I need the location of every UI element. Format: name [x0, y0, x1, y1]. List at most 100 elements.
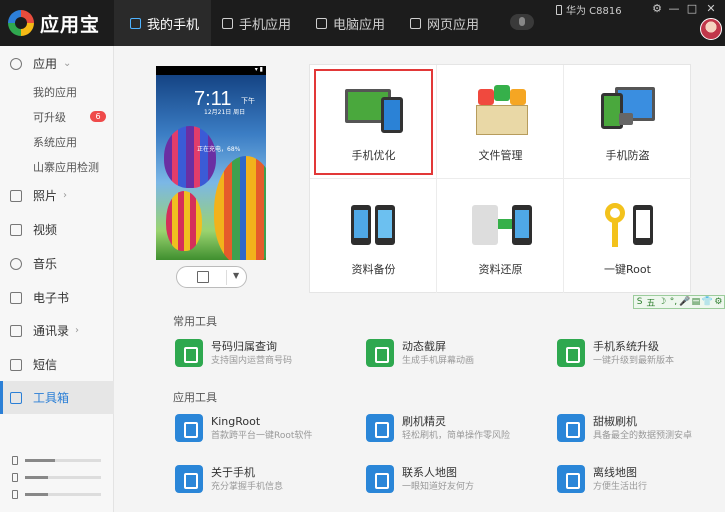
lock-icon: [619, 113, 633, 125]
app-logo: 应用宝: [8, 8, 100, 38]
tool-desc: 一眼知道好友何方: [402, 482, 475, 492]
app-card-icon: [510, 89, 526, 105]
backup-icon: [343, 197, 405, 251]
tab-pc-apps[interactable]: 电脑应用: [316, 0, 406, 46]
sidebar-item-toolbox[interactable]: 工具箱: [0, 381, 114, 414]
avatar[interactable]: [700, 18, 722, 40]
tab-phone-apps[interactable]: 手机应用: [222, 0, 312, 46]
restore-icon: [470, 197, 532, 251]
settings-icon[interactable]: ⚙: [650, 2, 664, 15]
sidebar-item-contacts[interactable]: 通讯录 ›: [0, 314, 114, 347]
tile-file-manager[interactable]: 文件管理: [437, 65, 564, 179]
maximize-button[interactable]: □: [685, 2, 699, 15]
music-icon: [10, 257, 22, 270]
photo-icon: [10, 189, 22, 202]
close-button[interactable]: ✕: [704, 2, 718, 15]
sidebar-item-apps[interactable]: 应用 ⌄: [0, 47, 114, 80]
apps-icon: [10, 57, 22, 70]
tool-name: 关于手机: [211, 466, 255, 479]
sidebar-sub-system-apps[interactable]: 系统应用: [33, 134, 77, 150]
sidebar-item-label: 音乐: [33, 257, 58, 271]
tool-system-upgrade[interactable]: 手机系统升级 一键升级到最新版本: [557, 339, 674, 373]
storage-extra: [12, 490, 101, 499]
skin-icon[interactable]: 👕: [702, 297, 713, 307]
storage-phone: [12, 456, 101, 465]
microphone-icon[interactable]: 🎤: [679, 297, 690, 307]
tile-phone-optimize[interactable]: 手机优化: [310, 65, 437, 179]
tool-contact-map[interactable]: 联系人地图一眼知道好友何方: [366, 465, 474, 499]
root-icon: [597, 197, 659, 251]
storage-fill: [25, 459, 56, 462]
balloon-image: [164, 126, 216, 188]
tool-name: 联系人地图: [402, 466, 457, 479]
flash-tool-icon: [366, 414, 394, 442]
toolbox-icon: [10, 391, 22, 404]
tool-about-phone[interactable]: 关于手机 充分掌握手机信息: [175, 465, 283, 499]
sidebar-sub-my-apps[interactable]: 我的应用: [33, 84, 77, 100]
upgrade-icon: [557, 339, 585, 367]
anti-theft-icon: [597, 83, 659, 137]
document-icon: [472, 205, 498, 245]
tool-name: KingRoot: [211, 415, 261, 428]
tile-restore[interactable]: 资料还原: [437, 179, 564, 293]
title-bar: 应用宝 我的手机 手机应用 电脑应用 网页应用 华为 C8816 ⚙ — □ ✕: [0, 0, 725, 46]
tool-name: 刷机精灵: [402, 415, 446, 428]
app-card-icon: [478, 89, 494, 105]
screenshot-control: ▼: [176, 266, 247, 288]
input-method-toolbar[interactable]: S 五 ☽ °, 🎤 ▤ 👕 ⚙: [633, 295, 725, 309]
keyboard-icon[interactable]: ▤: [690, 297, 701, 307]
phone-icon: [375, 205, 395, 245]
sd-card-icon: [12, 473, 18, 482]
storage-icon: [12, 490, 18, 499]
sidebar-item-ebook[interactable]: 电子书: [0, 281, 114, 314]
yingyongbao-logo-icon: [8, 10, 34, 36]
tile-anti-theft[interactable]: 手机防盗: [564, 65, 691, 179]
settings-icon[interactable]: ⚙: [713, 297, 724, 307]
screenshot-icon[interactable]: [197, 271, 209, 283]
contact-map-icon: [366, 465, 394, 493]
file-box-icon: [470, 83, 532, 137]
storage-bar: [25, 493, 101, 496]
tool-shuaji-jingling[interactable]: 刷机精灵 轻松刷机，简单操作零风险: [366, 414, 510, 448]
sidebar-item-label: 通讯录: [33, 324, 70, 338]
sidebar-item-music[interactable]: 音乐: [0, 247, 114, 280]
tool-tianjiao-shuaji[interactable]: 甜椒刷机 具备最全的数据预测安卓: [557, 414, 692, 448]
ime-wubi-icon[interactable]: 五: [645, 296, 656, 309]
section-title-common-tools: 常用工具: [173, 315, 217, 328]
sidebar-sub-upgradable[interactable]: 可升级: [33, 109, 66, 125]
tab-label: 我的手机: [147, 17, 200, 33]
screenshot-icon: [366, 339, 394, 367]
microphone-icon[interactable]: [510, 14, 534, 30]
tool-kingroot[interactable]: KingRoot 首款跨平台一键Root软件: [175, 414, 312, 448]
phone-screen-preview[interactable]: ▾ ▮ 7:11 下午 12月21日 周日 正在充电，68%: [156, 66, 266, 260]
ime-logo-icon[interactable]: S: [634, 297, 645, 307]
tool-desc: 首款跨平台一键Root软件: [211, 431, 313, 441]
punctuation-icon[interactable]: °,: [668, 297, 679, 307]
sidebar-sub-fake-app-check[interactable]: 山寨应用检测: [33, 159, 99, 175]
tool-offline-map[interactable]: 离线地图 方便生活出行: [557, 465, 647, 499]
sidebar-item-label: 照片: [33, 189, 58, 203]
book-icon: [10, 291, 22, 304]
device-selector[interactable]: 华为 C8816: [556, 2, 622, 17]
chevron-down-icon[interactable]: ▼: [233, 271, 239, 280]
tool-dynamic-screenshot[interactable]: 动态截屏 生成手机屏幕动画: [366, 339, 474, 373]
tab-my-phone[interactable]: 我的手机: [114, 0, 211, 46]
tool-desc: 生成手机屏幕动画: [402, 356, 475, 366]
sidebar-item-photos[interactable]: 照片 ›: [0, 179, 114, 212]
tool-number-lookup[interactable]: 号码归属查询 支持国内运营商号码: [175, 339, 292, 373]
sidebar-item-video[interactable]: 视频: [0, 213, 114, 246]
monitor-icon: [316, 17, 327, 29]
sidebar-item-sms[interactable]: 短信: [0, 348, 114, 381]
tile-backup[interactable]: 资料备份: [310, 179, 437, 293]
minimize-button[interactable]: —: [667, 2, 681, 15]
tile-one-click-root[interactable]: 一键Root: [564, 179, 691, 293]
storage-fill: [25, 476, 48, 479]
phone-icon: [512, 205, 532, 245]
video-icon: [10, 223, 22, 236]
tool-name: 离线地图: [593, 466, 637, 479]
key-icon: [605, 203, 625, 223]
tool-name: 号码归属查询: [211, 340, 277, 353]
tile-label: 手机优化: [351, 149, 396, 162]
moon-icon[interactable]: ☽: [657, 297, 668, 307]
tab-web-apps[interactable]: 网页应用: [410, 0, 500, 46]
